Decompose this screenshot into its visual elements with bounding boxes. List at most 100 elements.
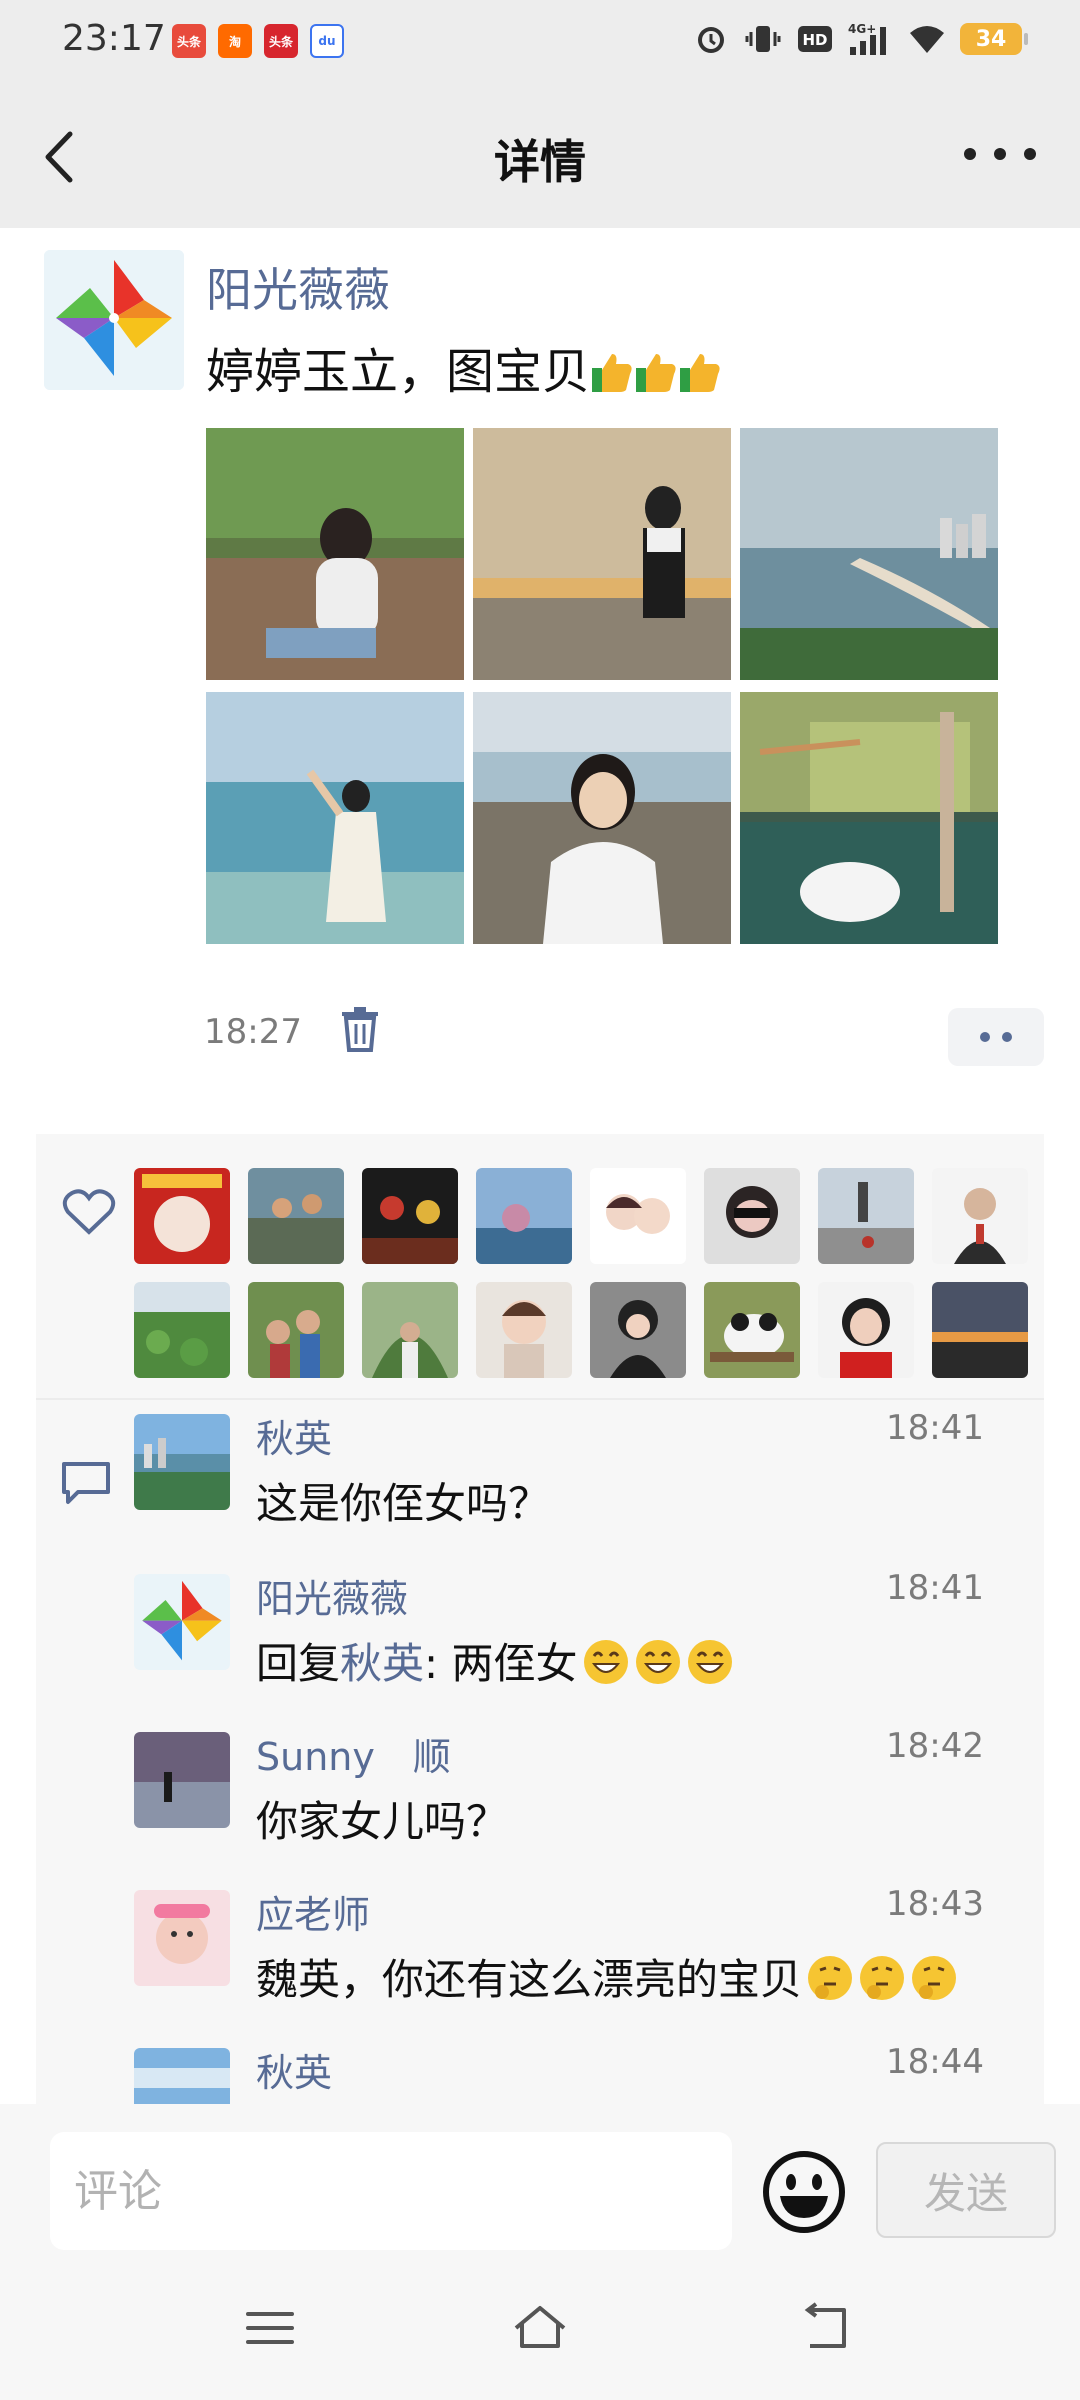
news-icon: 头条 [264,24,298,58]
toutiao-icon: 头条 [172,24,206,58]
svg-text:HD: HD [802,31,827,49]
commenter-avatar[interactable] [134,2048,230,2104]
comment-text: 这是你侄女吗？ [256,1470,550,1531]
comment-time: 18:42 [886,1726,984,1766]
like-avatar[interactable] [590,1168,686,1264]
commenter-avatar[interactable] [134,1732,230,1828]
like-avatar[interactable] [932,1168,1028,1264]
taobao-icon: 淘 [218,24,252,58]
grin-emoji-icon [583,1640,628,1684]
battery-icon: 34 [960,23,1028,55]
commenter-name[interactable]: 秋英 [256,2042,332,2097]
post-photo[interactable] [206,692,464,944]
post-text-content: 婷婷玉立，图宝贝 [206,344,591,400]
reply-target-name[interactable]: 秋英 [340,1639,424,1688]
thumbs-up-icon [592,354,632,392]
comment-icon [60,1460,112,1506]
send-button[interactable]: 发送 [876,2142,1056,2238]
back-nav-icon [804,2302,846,2348]
post-photo[interactable] [206,428,464,680]
baidu-icon: du [310,24,344,58]
post-time: 18:27 [204,1012,302,1052]
dot-icon [1002,1032,1012,1042]
like-avatar[interactable] [362,1282,458,1378]
commenter-name[interactable]: 秋英 [256,1408,332,1463]
dot-icon [1024,148,1036,160]
like-avatar[interactable] [248,1168,344,1264]
pinwheel-icon [44,250,184,390]
post-author-name[interactable]: 阳光薇薇 [206,254,390,320]
svg-text:4G+: 4G+ [848,22,876,36]
like-avatar[interactable] [704,1282,800,1378]
comment-item[interactable]: Sunny 顺 18:42 你家女儿吗？ [134,1718,1024,1858]
comment-item[interactable]: 秋英 18:44 [134,2034,1024,2104]
status-app-icons: 头条 淘 头条 du [172,24,344,58]
dot-icon [980,1032,990,1042]
comment-body: 你家女儿吗？ [256,1797,509,1846]
signal-icon: 4G+ [848,20,894,58]
dot-icon [994,148,1006,160]
more-options-button[interactable] [964,134,1036,174]
page-title: 详情 [494,135,586,189]
post-photo[interactable] [473,692,731,944]
commenter-name[interactable]: 阳光薇薇 [256,1568,408,1623]
grin-emoji-icon [635,1640,680,1684]
like-comment-toggle-button[interactable] [948,1008,1044,1066]
comment-body: 魏英，你还有这么漂亮的宝贝 [256,1955,803,2004]
like-avatar[interactable] [590,1282,686,1378]
comment-input[interactable] [50,2132,732,2250]
comment-time: 18:41 [886,1568,984,1608]
author-avatar[interactable] [44,250,184,390]
menu-nav-button[interactable] [240,2298,300,2358]
comment-item[interactable]: 应老师 18:43 魏英，你还有这么漂亮的宝贝 [134,1876,1024,2016]
photo-grid [206,428,998,944]
hd-icon: HD [796,20,834,58]
thinking-emoji-icon [808,1956,853,2000]
comment-text: 魏英，你还有这么漂亮的宝贝 [256,1946,958,2007]
commenter-avatar[interactable] [134,1414,230,1510]
system-navigation-bar [0,2258,1080,2400]
comments-section: 秋英 18:41 这是你侄女吗？ 阳光薇薇 18:41 回复秋英: 两侄女 Su… [36,1400,1044,2104]
reply-colon: : [424,1639,452,1688]
commenter-avatar[interactable] [134,1890,230,1986]
vibrate-icon [744,20,782,58]
thumbs-up-icon [636,354,676,392]
like-avatar[interactable] [248,1282,344,1378]
likes-section [36,1134,1044,1398]
home-nav-button[interactable] [510,2298,570,2358]
delete-icon[interactable] [340,1006,380,1052]
commenter-avatar[interactable] [134,1574,230,1670]
comment-item[interactable]: 阳光薇薇 18:41 回复秋英: 两侄女 [134,1560,1024,1700]
comment-input-bar: 发送 [0,2104,1080,2258]
status-right: HD 4G+ 34 [692,20,1028,58]
post-photo[interactable] [740,428,998,680]
commenter-name[interactable]: Sunny 顺 [256,1726,451,1781]
thumbs-up-icon [680,354,720,392]
like-avatar[interactable] [704,1168,800,1264]
like-avatar[interactable] [818,1168,914,1264]
post-photo[interactable] [473,428,731,680]
back-nav-button[interactable] [796,2298,856,2358]
comment-body: 两侄女 [451,1639,578,1688]
like-avatar[interactable] [476,1282,572,1378]
comment-item[interactable]: 秋英 18:41 这是你侄女吗？ [134,1400,1024,1540]
like-avatar[interactable] [818,1282,914,1378]
post-photo[interactable] [740,692,998,944]
menu-icon [246,2312,294,2344]
like-avatar[interactable] [362,1168,458,1264]
likes-avatar-grid [134,1168,1030,1378]
comment-text: 回复秋英: 两侄女 [256,1630,734,1691]
thinking-emoji-icon [860,1956,905,2000]
like-avatar[interactable] [134,1282,230,1378]
post-detail: 阳光薇薇 婷婷玉立，图宝贝 18:27 秋英 18:41 这是你侄女吗？ 阳光薇… [0,228,1080,2104]
thinking-emoji-icon [912,1956,957,2000]
comment-body: 这是你侄女吗？ [256,1479,551,1528]
dot-icon [964,148,976,160]
commenter-name[interactable]: 应老师 [256,1884,370,1939]
grin-emoji-icon [687,1640,732,1684]
comment-time: 18:44 [886,2042,984,2082]
like-avatar[interactable] [476,1168,572,1264]
emoji-button[interactable] [760,2148,848,2236]
like-avatar[interactable] [134,1168,230,1264]
like-avatar[interactable] [932,1282,1028,1378]
